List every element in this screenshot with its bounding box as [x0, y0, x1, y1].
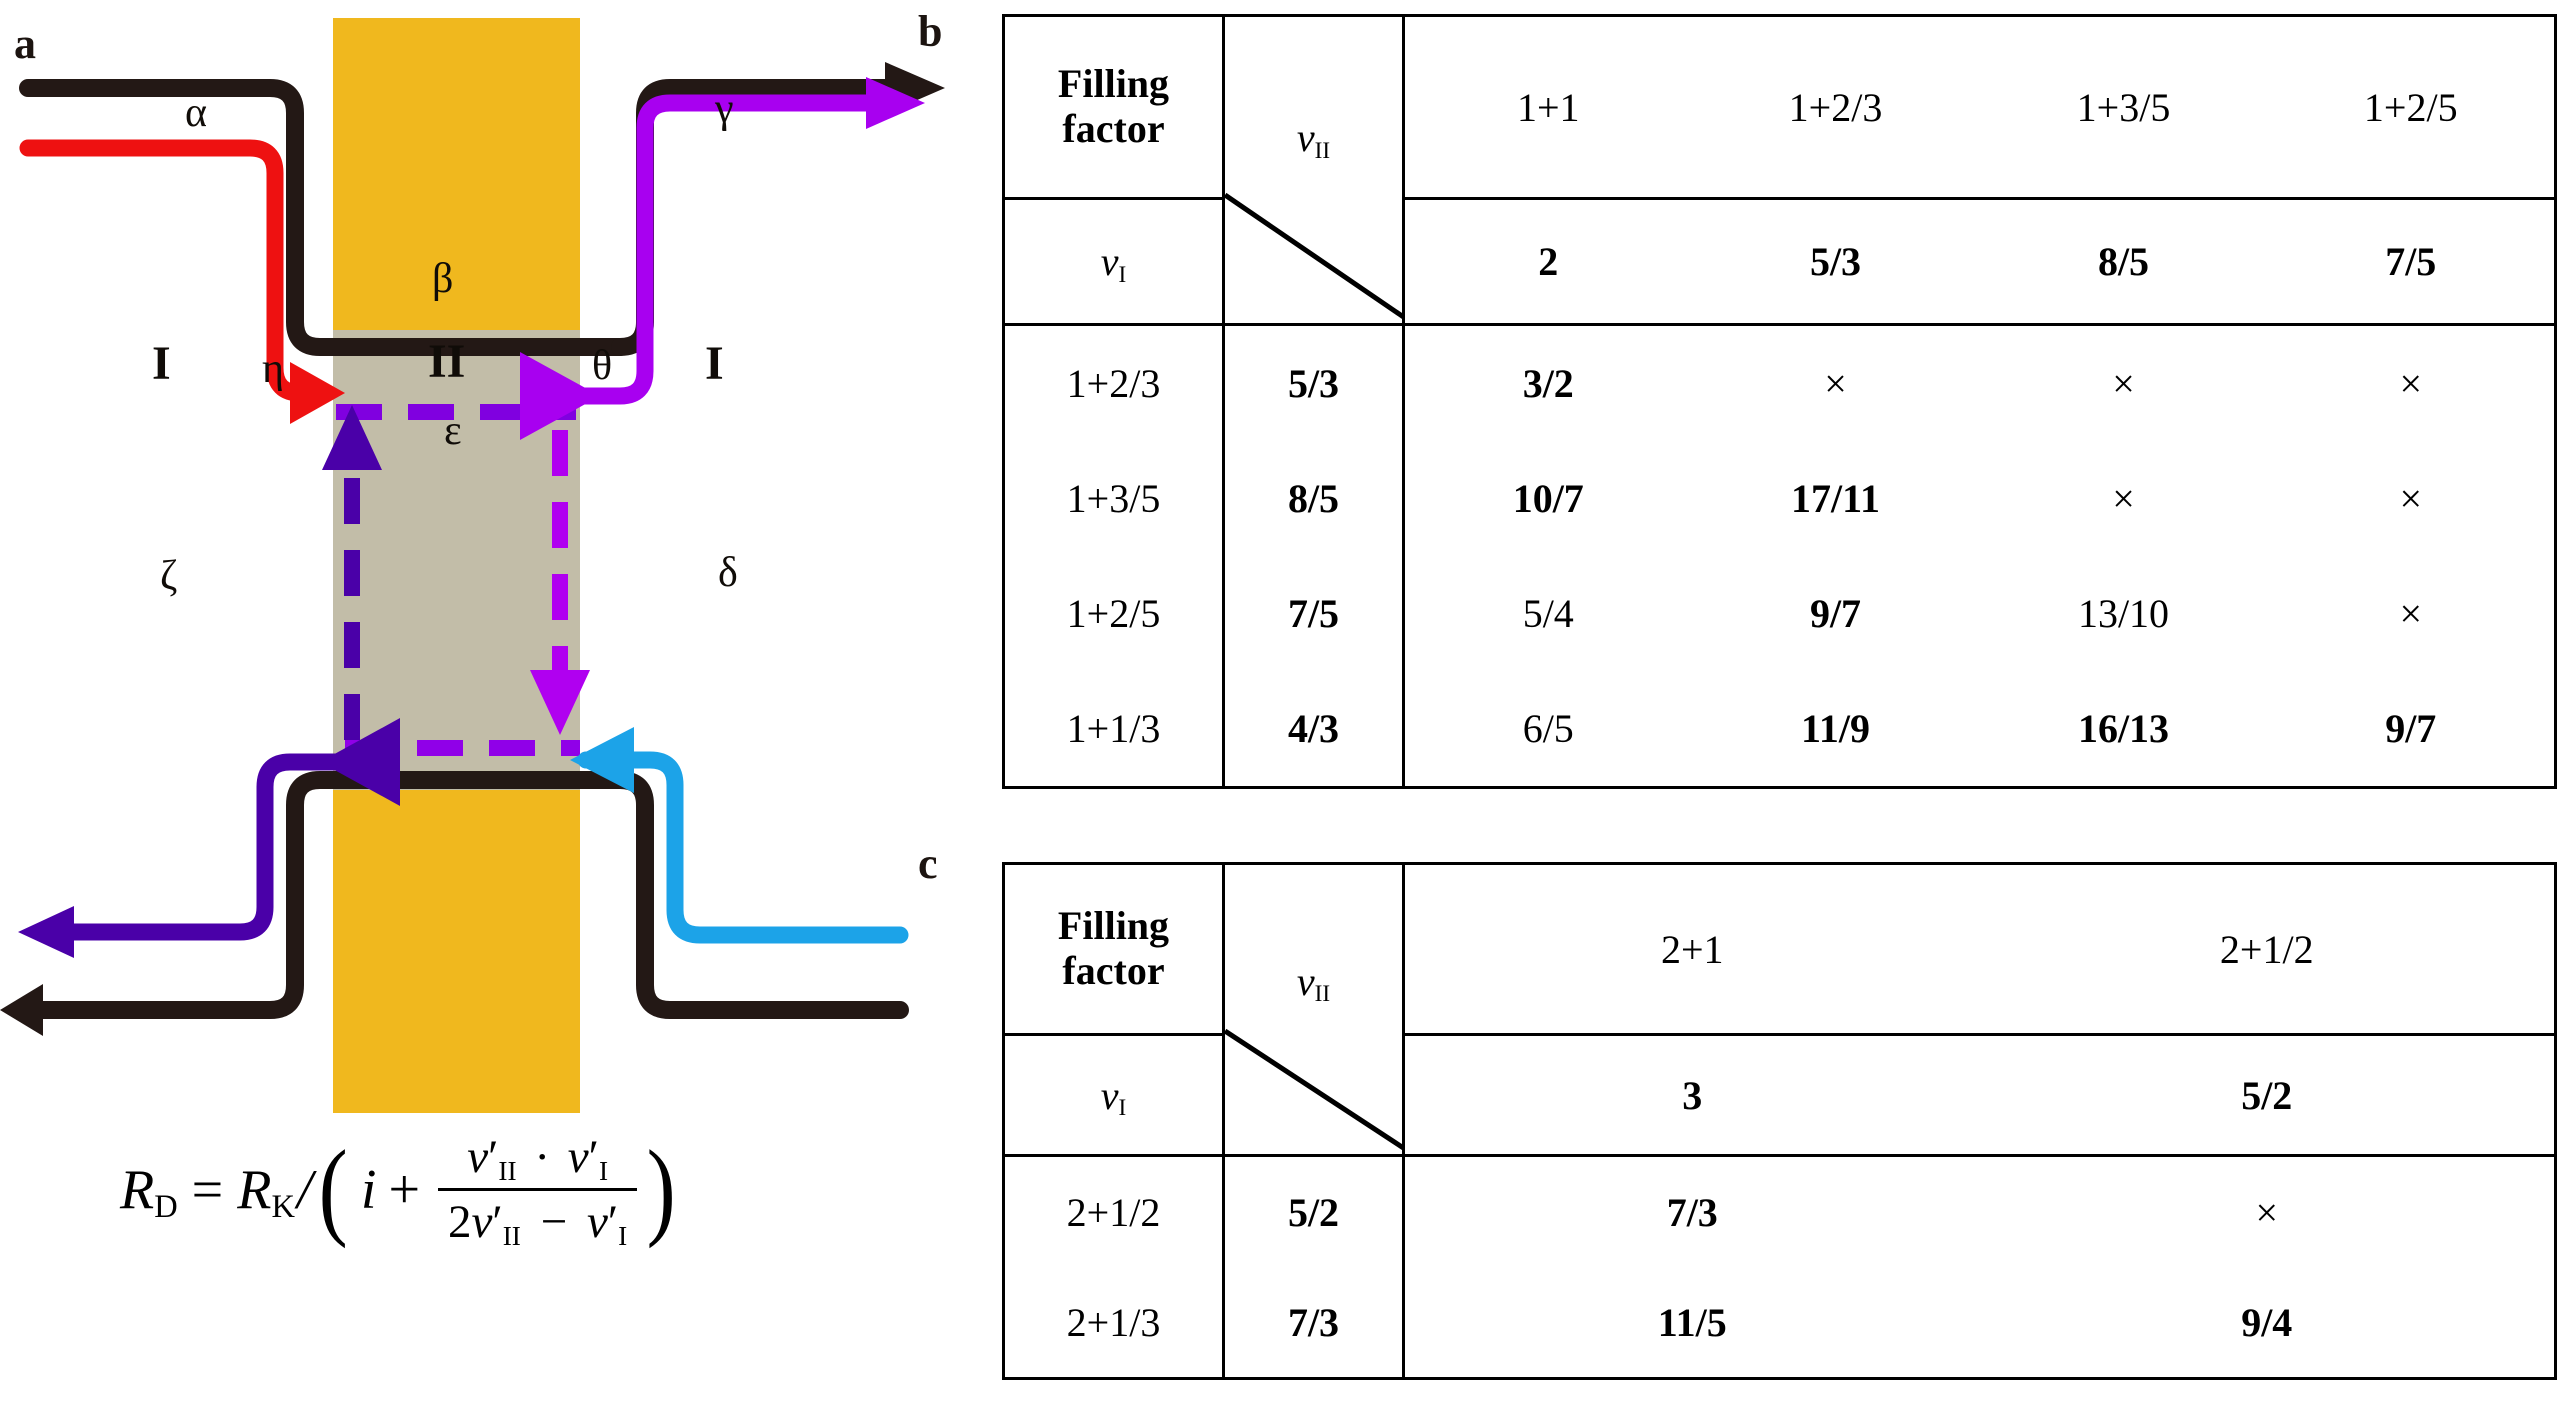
table-b-col-bottom-0: 2 [1403, 197, 1692, 326]
table-c-filling-factors: Filling factor νII 2+1 2+1/2 νI 3 5/2 2+… [1002, 862, 2557, 1380]
table-b-cell-2-3: × [2267, 556, 2557, 671]
table-b-row-1-nu: 8/5 [1222, 441, 1405, 556]
table-row: 2+1/2 5/2 7/3 × [1002, 1154, 2557, 1267]
panel-label-b: b [918, 7, 943, 56]
label-delta: δ [718, 550, 738, 596]
table-b-row-2-nu: 7/5 [1222, 556, 1405, 671]
label-zeta: ζ [160, 553, 178, 599]
table-b-nu-II-header: νII [1222, 14, 1405, 326]
table-b-cell-0-2: × [1979, 323, 2268, 441]
table-b-header-row-1: Filling factor νII 1+1 1+2/3 1+3/5 1+2/5 [1002, 14, 2557, 326]
black-arrow-bottom-left [0, 984, 43, 1036]
header-diagonal-line [1225, 1028, 1405, 1151]
table-b-cell-3-3: 9/7 [2267, 671, 2557, 789]
edge-state-diagram [0, 18, 945, 1113]
formula-R-D: RD [120, 1158, 178, 1226]
table-b-corner-title: Filling factor [1002, 14, 1225, 200]
panel-label-c: c [918, 839, 938, 888]
table-b-cell-1-1: 17/11 [1791, 476, 1880, 521]
label-theta: θ [592, 343, 613, 389]
table-c-col-top-1: 2+1/2 [1979, 862, 2557, 1036]
formula-plus: + [388, 1158, 421, 1221]
table-b-filling-factors: Filling factor νII 1+1 1+2/3 1+3/5 1+2/5… [1002, 14, 2557, 789]
table-b-cell-1-3: × [2267, 441, 2557, 556]
table-b-cell-1-0: 10/7 [1512, 476, 1584, 521]
table-row: 1+3/5 8/5 10/7 17/11 × × [1002, 441, 2557, 556]
table-b-row-3-filling: 1+1/3 [1002, 671, 1225, 789]
table-b-col-top-2: 1+3/5 [1979, 14, 2268, 200]
formula-R-K: RK [237, 1158, 295, 1226]
table-b-cell-3-1: 11/9 [1691, 671, 1980, 789]
formula-slash: / [296, 1158, 313, 1221]
table-b-cell-1-2: × [2112, 476, 2135, 521]
table-c-col-top-0: 2+1 [1403, 862, 1980, 1036]
table-c-col-bottom-0: 3 [1403, 1033, 1980, 1157]
formula-i: i [360, 1158, 377, 1221]
label-beta: β [432, 256, 454, 302]
panel-a-diagram: a α γ β I η II θ I ε ζ δ RD = RK / (i +… [0, 0, 980, 1417]
table-b-col-bottom-2: 8/5 [1979, 197, 2268, 326]
table-b-cell-0-1: × [1691, 323, 1980, 441]
table-b-cell-2-2: 13/10 [2077, 591, 2170, 636]
label-alpha: α [185, 90, 208, 136]
table-b-nu-I-header: νI [1002, 197, 1225, 326]
label-eta: η [262, 346, 284, 392]
table-c-row-0-nu: 5/2 [1222, 1154, 1405, 1267]
table-c-corner-title: Filling factor [1002, 862, 1225, 1036]
header-diagonal-line [1225, 192, 1405, 320]
table-b-cell-0-0: 3/2 [1403, 323, 1692, 441]
table-c-cell-1-0: 11/5 [1403, 1267, 1980, 1380]
table-row: 2+1/3 7/3 11/5 9/4 [1002, 1267, 2557, 1380]
table-b-row-3-nu: 4/3 [1222, 671, 1405, 789]
label-region-II: II [428, 335, 466, 388]
table-c-nu-I-header: νI [1002, 1033, 1225, 1157]
table-c-row-1-nu: 7/3 [1222, 1267, 1405, 1380]
label-region-I-left: I [152, 337, 171, 390]
table-c-col-bottom-1: 5/2 [1979, 1033, 2557, 1157]
formula-open-paren: ( [318, 1128, 348, 1250]
table-b-row-0-filling: 1+2/3 [1002, 323, 1225, 441]
formula-denominator: 2ν′II − ν′I [438, 1188, 638, 1251]
table-c-nu-II-header: νII [1222, 862, 1405, 1157]
table-b-cell-0-3: × [2267, 323, 2557, 441]
formula-close-paren: ) [646, 1128, 676, 1250]
table-c-row-1-filling: 2+1/3 [1002, 1267, 1225, 1380]
table-b-col-top-3: 1+2/5 [2267, 14, 2557, 200]
table-b-col-bottom-3: 7/5 [2267, 197, 2557, 326]
resistance-formula: RD = RK / ( i + ν′II · ν′I 2ν′II − ν′I ) [120, 1130, 820, 1330]
table-b-cell-2-1: 9/7 [1809, 591, 1862, 636]
table-b-col-bottom-1: 5/3 [1691, 197, 1980, 326]
table-b-cell-3-0: 6/5 [1403, 671, 1692, 789]
table-b-row-1-filling: 1+3/5 [1002, 441, 1225, 556]
table-c-cell-0-0: 7/3 [1403, 1154, 1980, 1267]
dark-violet-arrow-zeta [18, 906, 74, 958]
table-b-col-top-1: 1+2/3 [1691, 14, 1980, 200]
formula-numerator: ν′II · ν′I [467, 1131, 609, 1187]
table-row: 1+2/5 7/5 5/4 9/7 13/10 × [1002, 556, 2557, 671]
table-b-cell-3-2: 16/13 [1979, 671, 2268, 789]
table-c-cell-0-1: × [1979, 1154, 2557, 1267]
formula-equals: = [191, 1158, 224, 1221]
table-row: 1+2/3 5/3 3/2 × × × [1002, 323, 2557, 441]
gate-top-rect [333, 18, 580, 348]
table-b-row-0-nu: 5/3 [1222, 323, 1405, 441]
table-b-cell-2-0: 5/4 [1522, 591, 1574, 636]
table-c-row-0-filling: 2+1/2 [1002, 1154, 1225, 1267]
formula-fraction: ν′II · ν′I 2ν′II − ν′I [438, 1130, 638, 1251]
table-b-row-2-filling: 1+2/5 [1002, 556, 1225, 671]
black-edge-top-right [611, 79, 909, 356]
label-gamma: γ [715, 86, 734, 132]
gate-bottom-rect [333, 783, 580, 1113]
table-c-cell-1-1: 9/4 [1979, 1267, 2557, 1380]
table-c-header-row-1: Filling factor νII 2+1 2+1/2 [1002, 862, 2557, 1157]
label-epsilon: ε [444, 408, 462, 454]
table-b-col-top-0: 1+1 [1403, 14, 1692, 200]
label-region-I-right: I [705, 337, 724, 390]
black-edge-bottom-right [611, 771, 909, 1019]
table-row: 1+1/3 4/3 6/5 11/9 16/13 9/7 [1002, 671, 2557, 789]
